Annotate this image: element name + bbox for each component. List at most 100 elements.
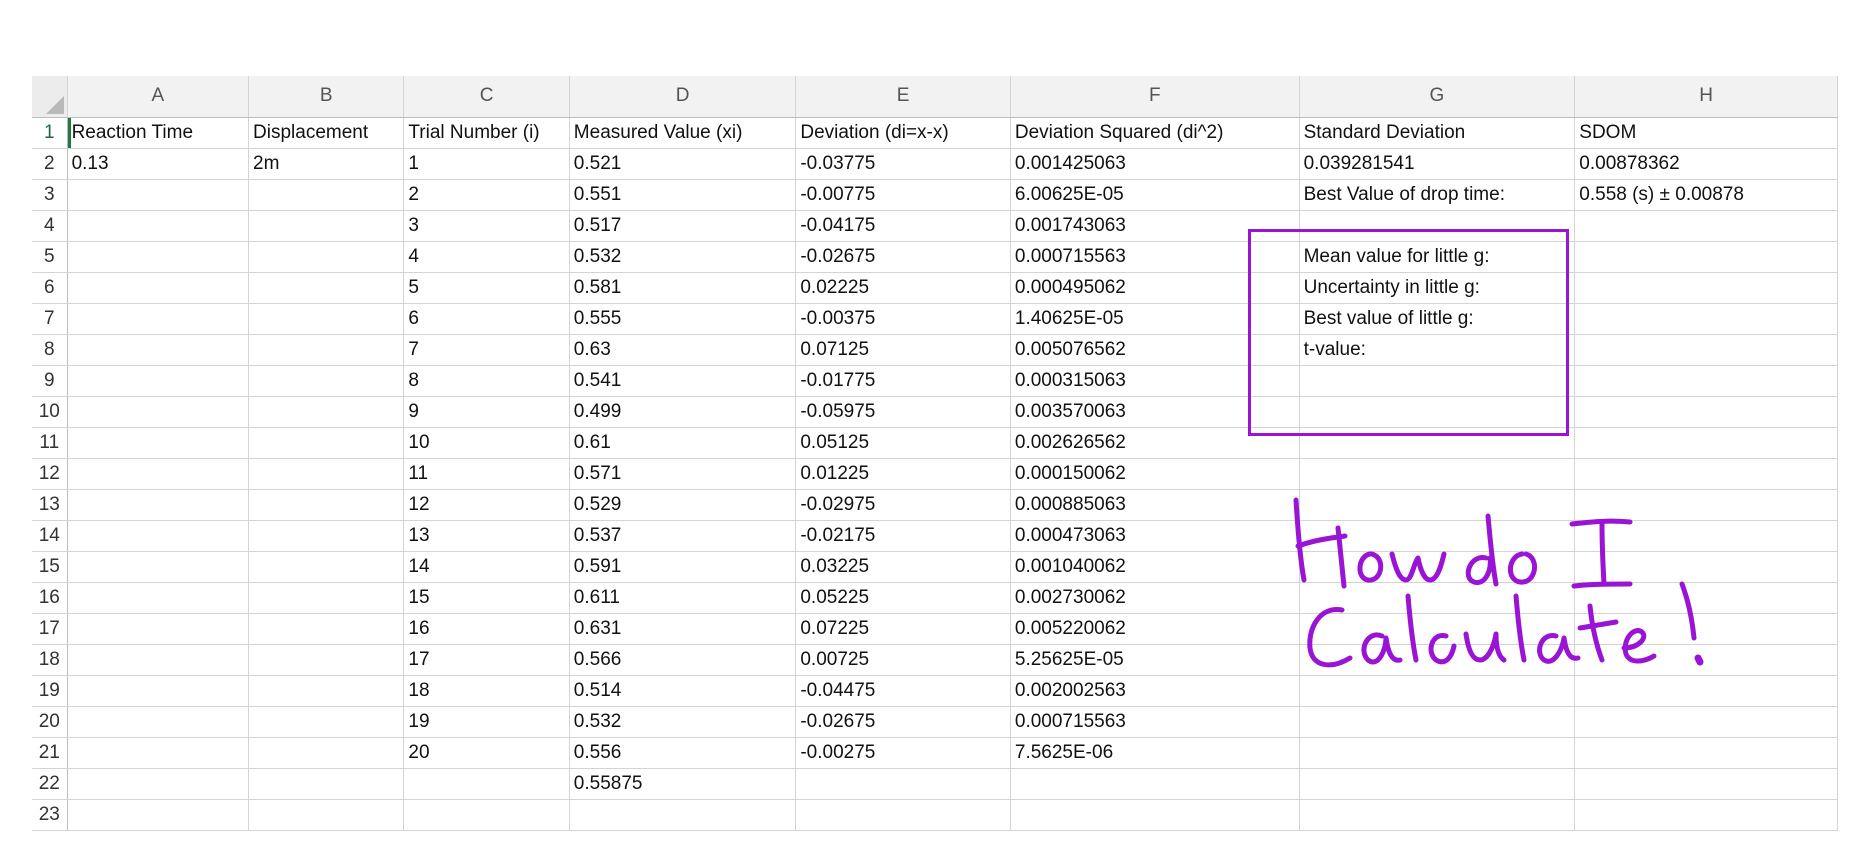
cell-f21[interactable]: 7.5625E-06 <box>1010 737 1300 769</box>
cell-b3[interactable] <box>248 179 405 211</box>
row-header[interactable]: 11 <box>32 427 68 459</box>
cell-b17[interactable] <box>248 613 405 645</box>
column-header-d[interactable]: D <box>569 76 797 118</box>
cell-e1[interactable]: Deviation (di=x-x) <box>795 117 1011 149</box>
cell-h9[interactable] <box>1574 365 1838 397</box>
cell-c16[interactable]: 15 <box>403 582 570 614</box>
cell-a5[interactable] <box>67 241 250 273</box>
cell-f13[interactable]: 0.000885063 <box>1010 489 1300 521</box>
row-header[interactable]: 21 <box>32 737 68 769</box>
column-header-f[interactable]: F <box>1010 76 1300 118</box>
cell-f2[interactable]: 0.001425063 <box>1010 148 1300 180</box>
row-header[interactable]: 1 <box>32 117 68 149</box>
row-header[interactable]: 8 <box>32 334 68 366</box>
row-header[interactable]: 9 <box>32 365 68 397</box>
column-header-a[interactable]: A <box>67 76 250 118</box>
cell-e19[interactable]: -0.04475 <box>795 675 1011 707</box>
cell-b15[interactable] <box>248 551 405 583</box>
cell-d4[interactable]: 0.517 <box>569 210 797 242</box>
cell-c7[interactable]: 6 <box>403 303 570 335</box>
row-header[interactable]: 3 <box>32 179 68 211</box>
cell-e3[interactable]: -0.00775 <box>795 179 1011 211</box>
cell-f19[interactable]: 0.002002563 <box>1010 675 1300 707</box>
cell-e6[interactable]: 0.02225 <box>795 272 1011 304</box>
cell-e16[interactable]: 0.05225 <box>795 582 1011 614</box>
column-header-h[interactable]: H <box>1574 76 1838 118</box>
row-header[interactable]: 14 <box>32 520 68 552</box>
cell-d6[interactable]: 0.581 <box>569 272 797 304</box>
cell-e12[interactable]: 0.01225 <box>795 458 1011 490</box>
cell-h5[interactable] <box>1574 241 1838 273</box>
cell-b20[interactable] <box>248 706 405 738</box>
cell-f14[interactable]: 0.000473063 <box>1010 520 1300 552</box>
cell-a13[interactable] <box>67 489 250 521</box>
cell-d21[interactable]: 0.556 <box>569 737 797 769</box>
cell-d14[interactable]: 0.537 <box>569 520 797 552</box>
cell-e2[interactable]: -0.03775 <box>795 148 1011 180</box>
cell-d9[interactable]: 0.541 <box>569 365 797 397</box>
cell-d2[interactable]: 0.521 <box>569 148 797 180</box>
row-header[interactable]: 12 <box>32 458 68 490</box>
cell-b4[interactable] <box>248 210 405 242</box>
cell-e5[interactable]: -0.02675 <box>795 241 1011 273</box>
cell-g1[interactable]: Standard Deviation <box>1299 117 1576 149</box>
column-header-b[interactable]: B <box>248 76 405 118</box>
cell-c2[interactable]: 1 <box>403 148 570 180</box>
cell-d3[interactable]: 0.551 <box>569 179 797 211</box>
cell-g23[interactable] <box>1299 799 1576 831</box>
cell-b11[interactable] <box>248 427 405 459</box>
row-header[interactable]: 16 <box>32 582 68 614</box>
column-header-c[interactable]: C <box>403 76 570 118</box>
column-header-e[interactable]: E <box>795 76 1011 118</box>
cell-a2[interactable]: 0.13 <box>67 148 250 180</box>
cell-d15[interactable]: 0.591 <box>569 551 797 583</box>
cell-h6[interactable] <box>1574 272 1838 304</box>
cell-a14[interactable] <box>67 520 250 552</box>
cell-d8[interactable]: 0.63 <box>569 334 797 366</box>
cell-e13[interactable]: -0.02975 <box>795 489 1011 521</box>
cell-c23[interactable] <box>403 799 570 831</box>
cell-b18[interactable] <box>248 644 405 676</box>
cell-c5[interactable]: 4 <box>403 241 570 273</box>
cell-a10[interactable] <box>67 396 250 428</box>
cell-d11[interactable]: 0.61 <box>569 427 797 459</box>
cell-c9[interactable]: 8 <box>403 365 570 397</box>
cell-b8[interactable] <box>248 334 405 366</box>
column-header-g[interactable]: G <box>1299 76 1576 118</box>
cell-h1[interactable]: SDOM <box>1574 117 1838 149</box>
cell-a17[interactable] <box>67 613 250 645</box>
cell-a19[interactable] <box>67 675 250 707</box>
row-header[interactable]: 15 <box>32 551 68 583</box>
cell-g3[interactable]: Best Value of drop time: <box>1299 179 1576 211</box>
cell-h3[interactable]: 0.558 (s) ± 0.00878 <box>1574 179 1838 211</box>
cell-a9[interactable] <box>67 365 250 397</box>
cell-d23[interactable] <box>569 799 797 831</box>
cell-h21[interactable] <box>1574 737 1838 769</box>
cell-d16[interactable]: 0.611 <box>569 582 797 614</box>
cell-b6[interactable] <box>248 272 405 304</box>
cell-c12[interactable]: 11 <box>403 458 570 490</box>
cell-c17[interactable]: 16 <box>403 613 570 645</box>
cell-b13[interactable] <box>248 489 405 521</box>
cell-e11[interactable]: 0.05125 <box>795 427 1011 459</box>
cell-a16[interactable] <box>67 582 250 614</box>
cell-b9[interactable] <box>248 365 405 397</box>
cell-f12[interactable]: 0.000150062 <box>1010 458 1300 490</box>
cell-d18[interactable]: 0.566 <box>569 644 797 676</box>
cell-b14[interactable] <box>248 520 405 552</box>
cell-d5[interactable]: 0.532 <box>569 241 797 273</box>
cell-e4[interactable]: -0.04175 <box>795 210 1011 242</box>
cell-c13[interactable]: 12 <box>403 489 570 521</box>
row-header[interactable]: 2 <box>32 148 68 180</box>
cell-a15[interactable] <box>67 551 250 583</box>
cell-c20[interactable]: 19 <box>403 706 570 738</box>
row-header[interactable]: 7 <box>32 303 68 335</box>
cell-e9[interactable]: -0.01775 <box>795 365 1011 397</box>
cell-e22[interactable] <box>795 768 1011 800</box>
cell-d13[interactable]: 0.529 <box>569 489 797 521</box>
cell-f20[interactable]: 0.000715563 <box>1010 706 1300 738</box>
cell-g12[interactable] <box>1299 458 1576 490</box>
cell-b21[interactable] <box>248 737 405 769</box>
cell-a20[interactable] <box>67 706 250 738</box>
cell-a22[interactable] <box>67 768 250 800</box>
